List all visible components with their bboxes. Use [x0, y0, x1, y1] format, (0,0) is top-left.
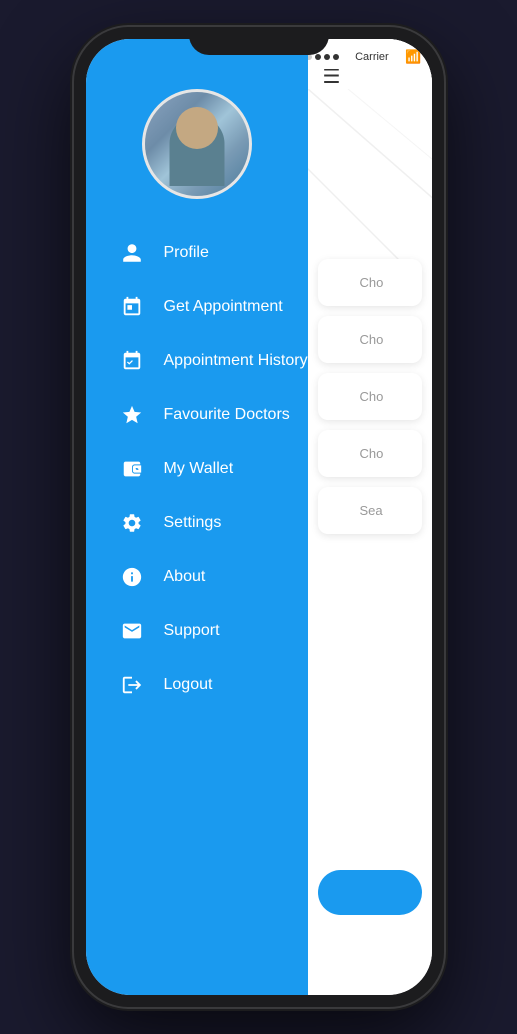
search-items-list: Cho Cho	[308, 259, 432, 534]
sidebar-item-settings[interactable]: Settings	[106, 499, 288, 547]
person-icon	[118, 239, 146, 267]
sidebar-item-support[interactable]: Support	[106, 607, 288, 655]
wifi-icon: 📶	[405, 49, 421, 65]
hospital-icon	[330, 440, 352, 467]
search-item-2[interactable]: Cho	[318, 316, 422, 363]
search-item-1[interactable]: Cho	[318, 259, 422, 306]
sidebar-label-settings: Settings	[164, 514, 222, 532]
action-button[interactable]	[318, 870, 422, 915]
avatar-image	[145, 92, 249, 196]
sidebar-label-logout: Logout	[164, 676, 213, 694]
right-panel: Carrier 📶 ☰	[308, 39, 432, 995]
sidebar-label-my-wallet: My Wallet	[164, 460, 234, 478]
phone-frame: Profile Get Appointment	[74, 27, 444, 1007]
sidebar-label-favourite-doctors: Favourite Doctors	[164, 406, 290, 424]
sidebar-item-get-appointment[interactable]: Get Appointment	[106, 283, 288, 331]
sidebar-item-about[interactable]: About	[106, 553, 288, 601]
sidebar-label-about: About	[164, 568, 206, 586]
search-item-text-2: Cho	[360, 332, 384, 347]
search-item-text-4: Cho	[360, 446, 384, 461]
location-icon-2	[330, 326, 352, 353]
sidebar-item-my-wallet[interactable]: My Wallet	[106, 445, 288, 493]
sidebar-item-profile[interactable]: Profile	[106, 229, 288, 277]
signal-dot-4	[324, 54, 330, 60]
search-item-4[interactable]: Cho	[318, 430, 422, 477]
calendar-check-icon	[118, 347, 146, 375]
sidebar-item-appointment-history[interactable]: Appointment History	[106, 337, 288, 385]
search-item-text-3: Cho	[360, 389, 384, 404]
logout-icon	[118, 671, 146, 699]
sidebar-label-get-appointment: Get Appointment	[164, 298, 283, 316]
screen-content: Profile Get Appointment	[86, 39, 432, 995]
sidebar-item-favourite-doctors[interactable]: Favourite Doctors	[106, 391, 288, 439]
gear-icon	[118, 509, 146, 537]
info-icon	[118, 563, 146, 591]
search-item-text-1: Cho	[360, 275, 384, 290]
sidebar: Profile Get Appointment	[86, 39, 308, 995]
decorative-lines	[308, 89, 432, 269]
location-icon-1	[330, 269, 352, 296]
search-item-5[interactable]: Sea	[318, 487, 422, 534]
sidebar-label-appointment-history: Appointment History	[164, 352, 308, 370]
envelope-icon	[118, 617, 146, 645]
notch	[189, 27, 329, 55]
carrier-text: Carrier	[355, 51, 389, 63]
signal-dot-5	[333, 54, 339, 60]
phone-screen: Profile Get Appointment	[86, 39, 432, 995]
sidebar-label-support: Support	[164, 622, 220, 640]
location-icon-3	[330, 383, 352, 410]
signal-dot-3	[315, 54, 321, 60]
search-item-3[interactable]: Cho	[318, 373, 422, 420]
calendar-icon	[118, 293, 146, 321]
sidebar-label-profile: Profile	[164, 244, 209, 262]
sidebar-item-logout[interactable]: Logout	[106, 661, 288, 709]
avatar	[142, 89, 252, 199]
wallet-icon	[118, 455, 146, 483]
doctor-icon	[330, 497, 352, 524]
search-item-text-5: Sea	[360, 503, 383, 518]
menu-list: Profile Get Appointment	[86, 229, 308, 709]
star-icon	[118, 401, 146, 429]
